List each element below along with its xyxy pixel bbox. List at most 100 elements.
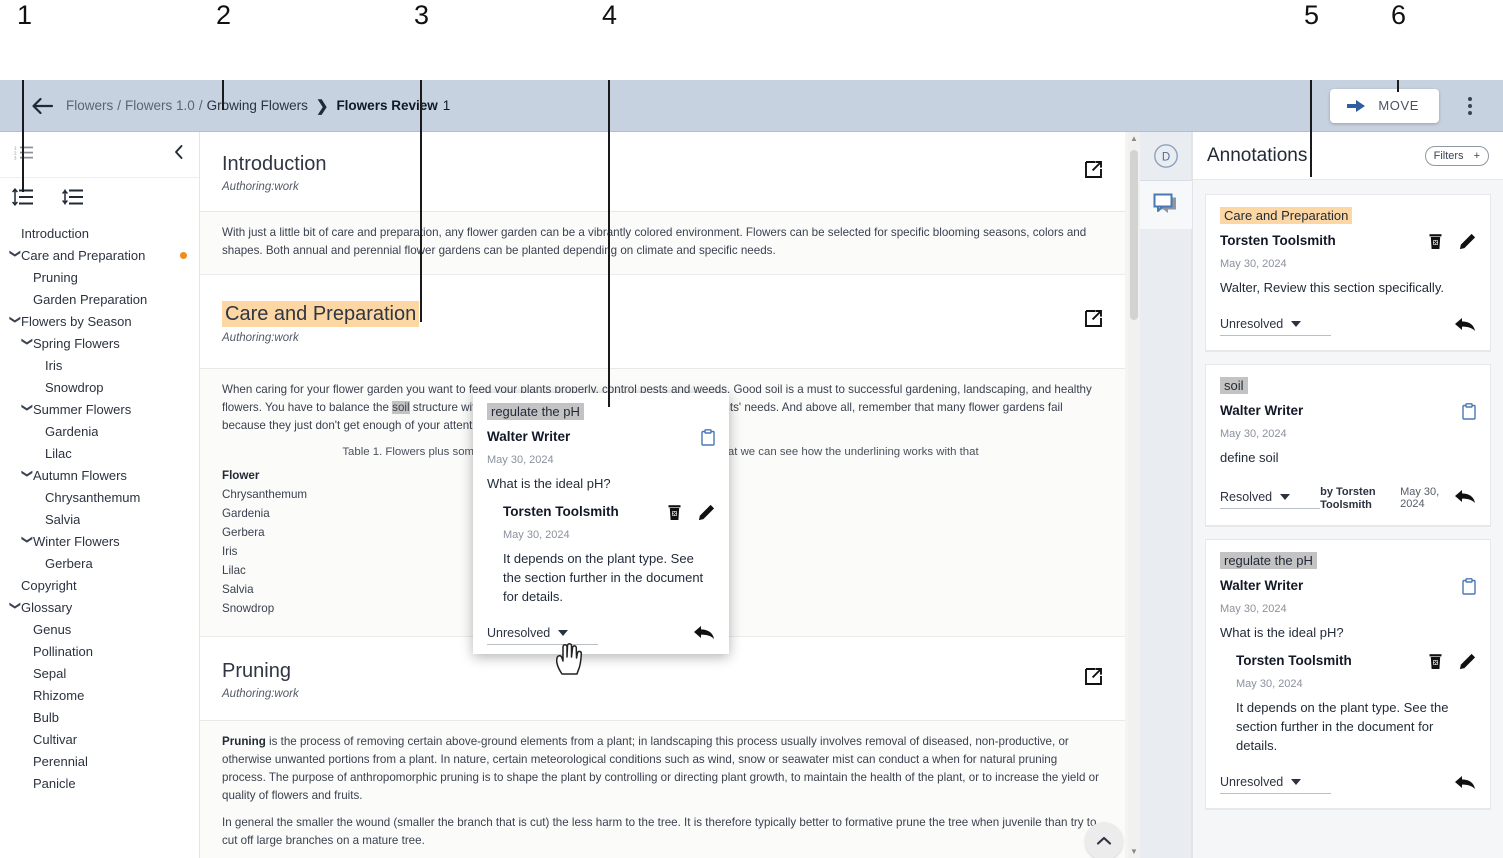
popup-footer: Unresolved [487,624,715,646]
annotation-status-dropdown[interactable]: Unresolved [1220,317,1332,337]
more-options-button[interactable] [1453,89,1487,123]
move-button[interactable]: MOVE [1330,88,1439,123]
numbered-list-icon[interactable]: 1 2 3 [14,144,34,166]
toc-item-sepal[interactable]: Sepal [0,662,199,684]
toc-item-gardenia[interactable]: Gardenia [0,420,199,442]
annotation-status-label: Unresolved [1220,775,1284,790]
chevron-left-icon [175,145,183,159]
annotation-resolved-date: May 30, 2024 [1400,485,1440,510]
annotation-author: Walter Writer [1220,402,1304,418]
annotation-resolved-by: by Torsten Toolsmith [1320,485,1376,512]
annotation-reply-button[interactable] [1454,774,1476,796]
toc-item-pollination[interactable]: Pollination [0,640,199,662]
document-scrollbar[interactable]: ▲ ▼ [1128,132,1140,858]
chevron-down-icon [1291,779,1302,786]
clipboard-icon[interactable] [1462,578,1476,600]
annotation-reply-button[interactable] [1454,316,1476,338]
popup-status-label: Unresolved [487,625,551,640]
clipboard-icon[interactable] [1462,402,1476,425]
annotation-card[interactable]: regulate the pH Walter Writer May 30, 2024… [1205,539,1491,810]
clipboard-icon[interactable] [701,429,715,451]
section-subtitle: Authoring:work [222,331,299,344]
move-button-label: MOVE [1378,98,1419,113]
rail-document-button[interactable]: D [1140,132,1192,180]
annotation-popup[interactable]: regulate the pH Walter Writer May 30, 20… [473,393,729,655]
chevron-down-icon[interactable]: ❯ [21,469,33,482]
breadcrumb-root[interactable]: Flowers [66,98,113,113]
pruning-lead-word: Pruning [222,735,266,749]
rail-comments-button[interactable] [1140,181,1192,229]
edit-icon[interactable] [698,504,715,526]
toc-item-spring-flowers[interactable]: ❯ Spring Flowers [0,332,199,354]
toc-item-copyright[interactable]: Copyright [0,574,199,596]
toc-item-perennial[interactable]: Perennial [0,750,199,772]
annotation-highlight-soil[interactable]: soil [392,400,410,414]
breadcrumb-current-index: 1 [442,98,451,113]
toc-item-pruning[interactable]: Pruning [0,266,199,288]
popup-actions [701,429,715,451]
chevron-down-icon[interactable]: ❯ [21,337,33,350]
toc-item-garden-preparation[interactable]: Garden Preparation [0,288,199,310]
popup-reply-button[interactable] [693,624,715,646]
toc-item-cultivar[interactable]: Cultivar [0,728,199,750]
annotation-author-row: Walter Writer [1220,578,1476,600]
toc-item-glossary[interactable]: ❯ Glossary [0,596,199,618]
edit-icon[interactable] [1459,233,1476,255]
back-button[interactable] [24,97,62,115]
toc-item-rhizome[interactable]: Rhizome [0,684,199,706]
filters-button[interactable]: Filters + [1424,145,1489,166]
toc-item-summer-flowers[interactable]: ❯ Summer Flowers [0,398,199,420]
callout-ruler: 1 2 3 4 5 6 [0,0,1503,80]
open-external-icon[interactable] [1084,309,1103,333]
scrollbar-thumb[interactable] [1130,150,1138,320]
annotation-card[interactable]: Care and Preparation Torsten Toolsmith May… [1205,194,1491,352]
scroll-to-top-button[interactable] [1085,822,1123,858]
chevron-down-icon[interactable]: ❯ [9,315,21,328]
edit-icon[interactable] [1459,653,1476,675]
chevron-down-icon[interactable]: ❯ [9,601,21,614]
plus-icon: + [1473,149,1480,162]
annotation-reply-button[interactable] [1454,488,1476,510]
breadcrumb-version[interactable]: Flowers 1.0 [125,98,195,113]
chevron-down-icon[interactable]: ❯ [21,535,33,548]
annotation-card[interactable]: soil Walter Writer May 30, 2024 define soil… [1205,363,1491,528]
annotations-header: Annotations Filters + [1193,132,1503,180]
toc-item-flowers-by-season[interactable]: ❯ Flowers by Season [0,310,199,332]
toc-item-label: Autumn Flowers [33,467,127,483]
toc-item-iris[interactable]: Iris [0,354,199,376]
chevron-down-icon[interactable]: ❯ [9,249,21,262]
toc-item-autumn-flowers[interactable]: ❯ Autumn Flowers [0,464,199,486]
toc-item-salvia[interactable]: Salvia [0,508,199,530]
toc-item-panicle[interactable]: Panicle [0,772,199,794]
delete-icon[interactable] [1428,233,1443,255]
delete-icon[interactable] [1428,653,1443,675]
annotation-status-dropdown[interactable]: Resolved [1220,490,1321,509]
toc-item-care-and-preparation[interactable]: ❯ Care and Preparation [0,244,199,266]
toc-item-label: Summer Flowers [33,401,132,417]
toc-item-snowdrop[interactable]: Snowdrop [0,376,199,398]
toc-item-introduction[interactable]: Introduction [0,222,199,244]
toc-item-bulb[interactable]: Bulb [0,706,199,728]
chevron-down-icon[interactable]: ❯ [21,403,33,416]
collapse-all-icon[interactable] [62,188,84,211]
toc-item-chrysanthemum[interactable]: Chrysanthemum [0,486,199,508]
scrollbar-down-arrow[interactable]: ▼ [1128,847,1140,856]
popup-text: What is the ideal pH? [487,476,611,491]
pruning-text-1: is the process of removing certain above… [222,735,1099,803]
callout-number-2: 2 [216,0,232,30]
toc-item-label: Introduction [21,225,89,241]
open-external-icon[interactable] [1084,667,1103,691]
toc-item-genus[interactable]: Genus [0,618,199,640]
open-external-icon[interactable] [1084,160,1103,184]
toc-panel: 1 2 3 Introduction ❯ Care and Preparatio… [0,132,200,858]
scrollbar-up-arrow[interactable]: ▲ [1128,134,1140,143]
toc-item-gerbera[interactable]: Gerbera [0,552,199,574]
toc-item-label: Spring Flowers [33,335,120,351]
collapse-toc-button[interactable] [173,144,185,165]
annotation-status-dropdown[interactable]: Unresolved [1220,775,1332,795]
toc-item-lilac[interactable]: Lilac [0,442,199,464]
annotation-text: Walter, Review this section specifically… [1220,280,1444,295]
toc-item-winter-flowers[interactable]: ❯ Winter Flowers [0,530,199,552]
delete-icon[interactable] [667,504,682,526]
annotation-footer: Unresolved [1220,774,1476,796]
